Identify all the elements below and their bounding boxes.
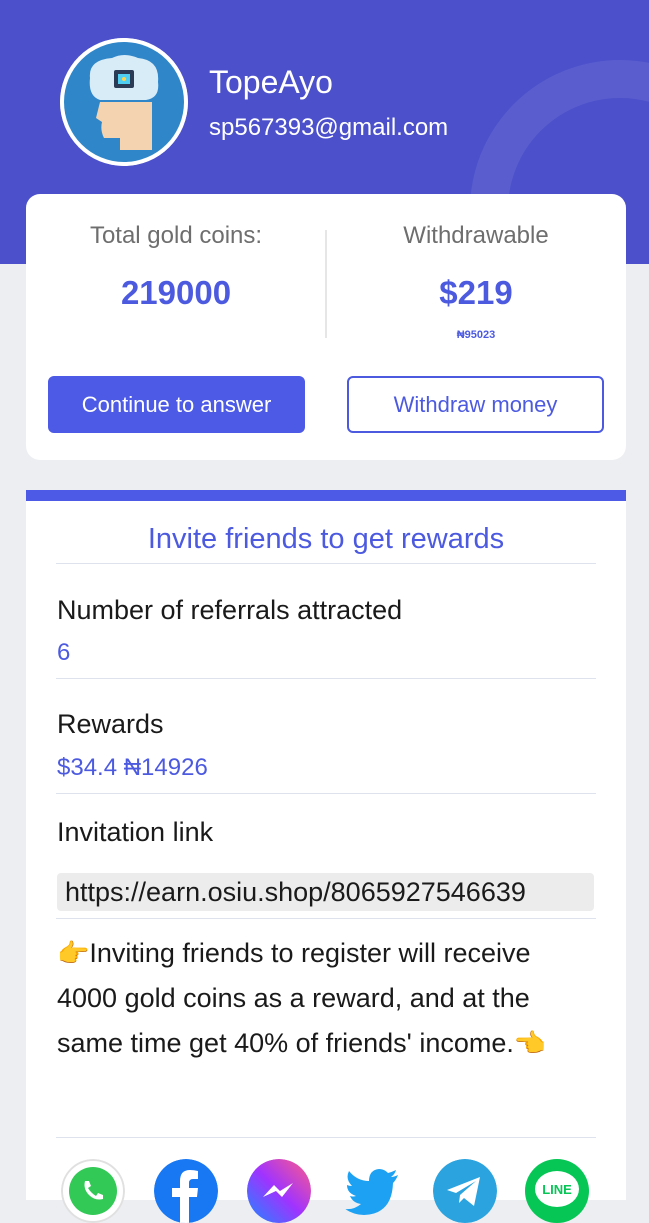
continue-to-answer-button[interactable]: Continue to answer (48, 376, 305, 433)
user-name: TopeAyo (209, 64, 333, 100)
referrals-label: Number of referrals attracted (57, 595, 403, 625)
line-icon[interactable]: LINE (525, 1159, 589, 1223)
withdrawable-label: Withdrawable (403, 222, 549, 249)
referrals-value: 6 (57, 639, 71, 666)
user-email: sp567393@gmail.com (209, 114, 449, 141)
invite-title: Invite friends to get rewards (147, 523, 505, 555)
divider (56, 793, 596, 794)
invite-section: Invite friends to get rewards Number of … (26, 490, 626, 1223)
share-icons-row: LINE (26, 1149, 626, 1223)
total-coins-label: Total gold coins: (89, 222, 263, 249)
divider (56, 563, 596, 564)
divider (56, 918, 596, 919)
facebook-icon[interactable] (154, 1159, 218, 1223)
avatar[interactable] (60, 38, 188, 166)
pointing-left-hand-icon: 👈 (513, 1028, 547, 1058)
line-icon-label: LINE (542, 1182, 572, 1197)
pointing-right-hand-icon: 👉 (57, 938, 90, 968)
withdrawable-value: $219 (439, 274, 513, 311)
rewards-value: $34.4 ₦14926 (57, 754, 208, 781)
invitation-link-field[interactable]: https://earn.osiu.shop/8065927546639 (57, 873, 594, 911)
whatsapp-icon[interactable] (61, 1159, 125, 1223)
balance-card: Total gold coins: 219000 Withdrawable $2… (26, 194, 626, 460)
invitation-link-label: Invitation link (57, 817, 214, 847)
divider (56, 678, 596, 679)
invite-note-text: Inviting friends to register will receiv… (57, 938, 531, 1058)
messenger-icon[interactable] (247, 1159, 311, 1223)
rewards-label: Rewards (57, 709, 164, 739)
total-coins-value: 219000 (120, 274, 232, 311)
twitter-icon[interactable] (340, 1159, 404, 1223)
divider (56, 1137, 596, 1138)
withdraw-money-button[interactable]: Withdraw money (347, 376, 604, 433)
invite-reward-note: 👉Inviting friends to register will recei… (57, 931, 567, 1066)
withdrawable-local-value: ₦95023 (456, 329, 496, 341)
telegram-icon[interactable] (433, 1159, 497, 1223)
